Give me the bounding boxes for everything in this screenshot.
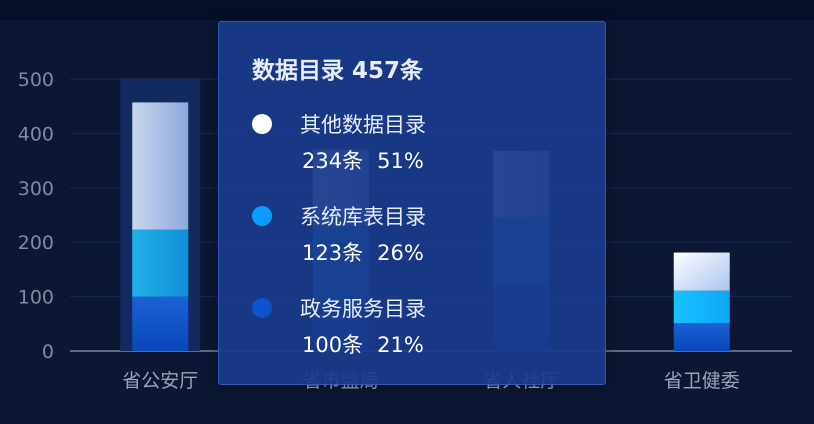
tooltip-item-values: 234条 51% xyxy=(302,145,424,175)
y-tick-label: 100 xyxy=(18,287,54,309)
bar-segment xyxy=(673,252,730,291)
tooltip-item-percent: 21% xyxy=(377,333,424,357)
tooltip-item-count: 234条 xyxy=(302,149,364,173)
tooltip-item-name: 政务服务目录 xyxy=(300,297,426,321)
y-tick-label: 300 xyxy=(18,178,54,200)
tooltip-item-percent: 26% xyxy=(377,241,424,265)
series-dot-icon xyxy=(252,114,272,134)
y-tick-label: 0 xyxy=(42,341,54,363)
y-tick-label: 200 xyxy=(18,232,54,254)
tooltip-item-name: 系统库表目录 xyxy=(300,205,426,229)
chart-tooltip: 数据目录 457条 其他数据目录 234条 51% 系统库表目录 123条 26% … xyxy=(218,21,606,385)
tooltip-item-values: 123条 26% xyxy=(302,237,424,267)
bar-segment xyxy=(132,296,189,351)
series-dot-icon xyxy=(252,298,272,318)
tooltip-title: 数据目录 457条 xyxy=(252,58,424,84)
bar-segment xyxy=(132,229,189,297)
x-tick-label: 省公安厅 xyxy=(122,370,198,392)
x-tick-label: 省卫健委 xyxy=(664,370,740,392)
bar-segment xyxy=(132,102,189,230)
tooltip-item-percent: 51% xyxy=(377,149,424,173)
y-tick-label: 400 xyxy=(18,123,54,145)
bar-segment xyxy=(673,290,730,324)
tooltip-item-count: 123条 xyxy=(302,241,364,265)
tooltip-item-name: 其他数据目录 xyxy=(300,113,426,137)
tooltip-item-values: 100条 21% xyxy=(302,329,424,359)
series-dot-icon xyxy=(252,206,272,226)
bar-segment xyxy=(673,323,730,351)
y-tick-label: 500 xyxy=(18,69,54,91)
tooltip-item-count: 100条 xyxy=(302,333,364,357)
